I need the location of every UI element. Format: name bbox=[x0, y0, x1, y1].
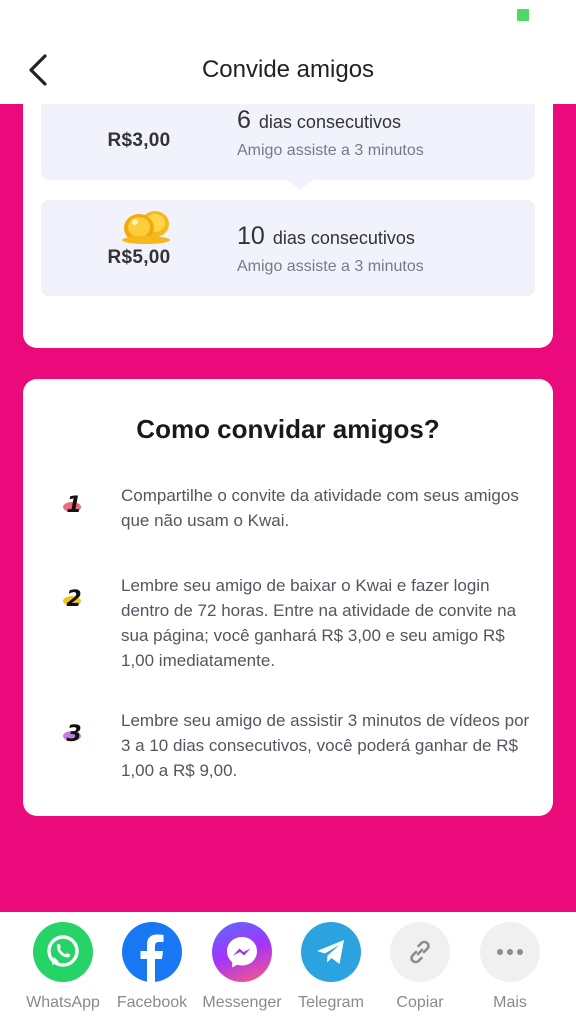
share-label: Copiar bbox=[396, 994, 444, 1011]
reward-condition: Amigo assiste a 3 minutos bbox=[237, 142, 424, 159]
days-count: 6 bbox=[237, 106, 251, 134]
header: Convide amigos bbox=[0, 40, 576, 104]
coins-icon bbox=[122, 211, 170, 244]
row-pointer bbox=[288, 180, 312, 190]
more-options-button[interactable]: Mais bbox=[464, 922, 556, 1012]
days-count: 10 bbox=[237, 222, 265, 250]
page-title: Convide amigos bbox=[201, 56, 375, 83]
reward-amount: R$5,00 bbox=[107, 247, 171, 268]
share-telegram-button[interactable]: Telegram bbox=[285, 922, 377, 1012]
how-to-title: Como convidar amigos? bbox=[136, 414, 440, 444]
share-label: Mais bbox=[493, 994, 527, 1011]
share-facebook-button[interactable]: Facebook bbox=[106, 922, 198, 1012]
share-whatsapp-button[interactable]: WhatsApp bbox=[17, 922, 109, 1012]
step-number-badge: 2 bbox=[63, 587, 82, 612]
share-label: Messenger bbox=[202, 994, 282, 1011]
share-bar: WhatsApp Facebook Messenger Telegram Cop… bbox=[0, 912, 576, 1024]
step-number-badge: 3 bbox=[63, 722, 82, 747]
whatsapp-icon bbox=[33, 922, 93, 982]
step-number: 1 bbox=[66, 493, 81, 518]
how-to-card: Como convidar amigos? 1 Compartilhe o co… bbox=[23, 379, 553, 816]
share-label: Telegram bbox=[298, 994, 364, 1011]
reward-days: 6 dias consecutivos bbox=[237, 106, 401, 135]
days-label: dias consecutivos bbox=[272, 228, 415, 248]
step-text: Compartilhe o convite da atividade com s… bbox=[121, 486, 519, 530]
messenger-icon bbox=[212, 922, 272, 982]
link-icon bbox=[390, 922, 450, 982]
status-bar bbox=[0, 0, 576, 40]
step-text: Lembre seu amigo de baixar o Kwai e faze… bbox=[121, 576, 517, 670]
share-label: WhatsApp bbox=[26, 994, 100, 1011]
reward-row: R$5,00 10 dias consecutivos Amigo assist… bbox=[41, 200, 535, 296]
step-number: 2 bbox=[66, 587, 81, 612]
share-label: Facebook bbox=[116, 994, 188, 1011]
battery-indicator bbox=[517, 9, 529, 21]
telegram-icon bbox=[301, 922, 361, 982]
step-number: 3 bbox=[66, 722, 81, 747]
facebook-icon bbox=[122, 922, 182, 982]
step-text: Lembre seu amigo de assistir 3 minutos d… bbox=[121, 711, 530, 780]
reward-amount: R$3,00 bbox=[107, 130, 171, 151]
reward-condition: Amigo assiste a 3 minutos bbox=[237, 258, 424, 275]
step-number-badge: 1 bbox=[63, 493, 82, 518]
copy-link-button[interactable]: Copiar bbox=[374, 922, 466, 1012]
more-icon bbox=[480, 922, 540, 982]
share-messenger-button[interactable]: Messenger bbox=[196, 922, 288, 1012]
days-label: dias consecutivos bbox=[258, 112, 401, 132]
reward-days: 10 dias consecutivos bbox=[237, 222, 415, 251]
